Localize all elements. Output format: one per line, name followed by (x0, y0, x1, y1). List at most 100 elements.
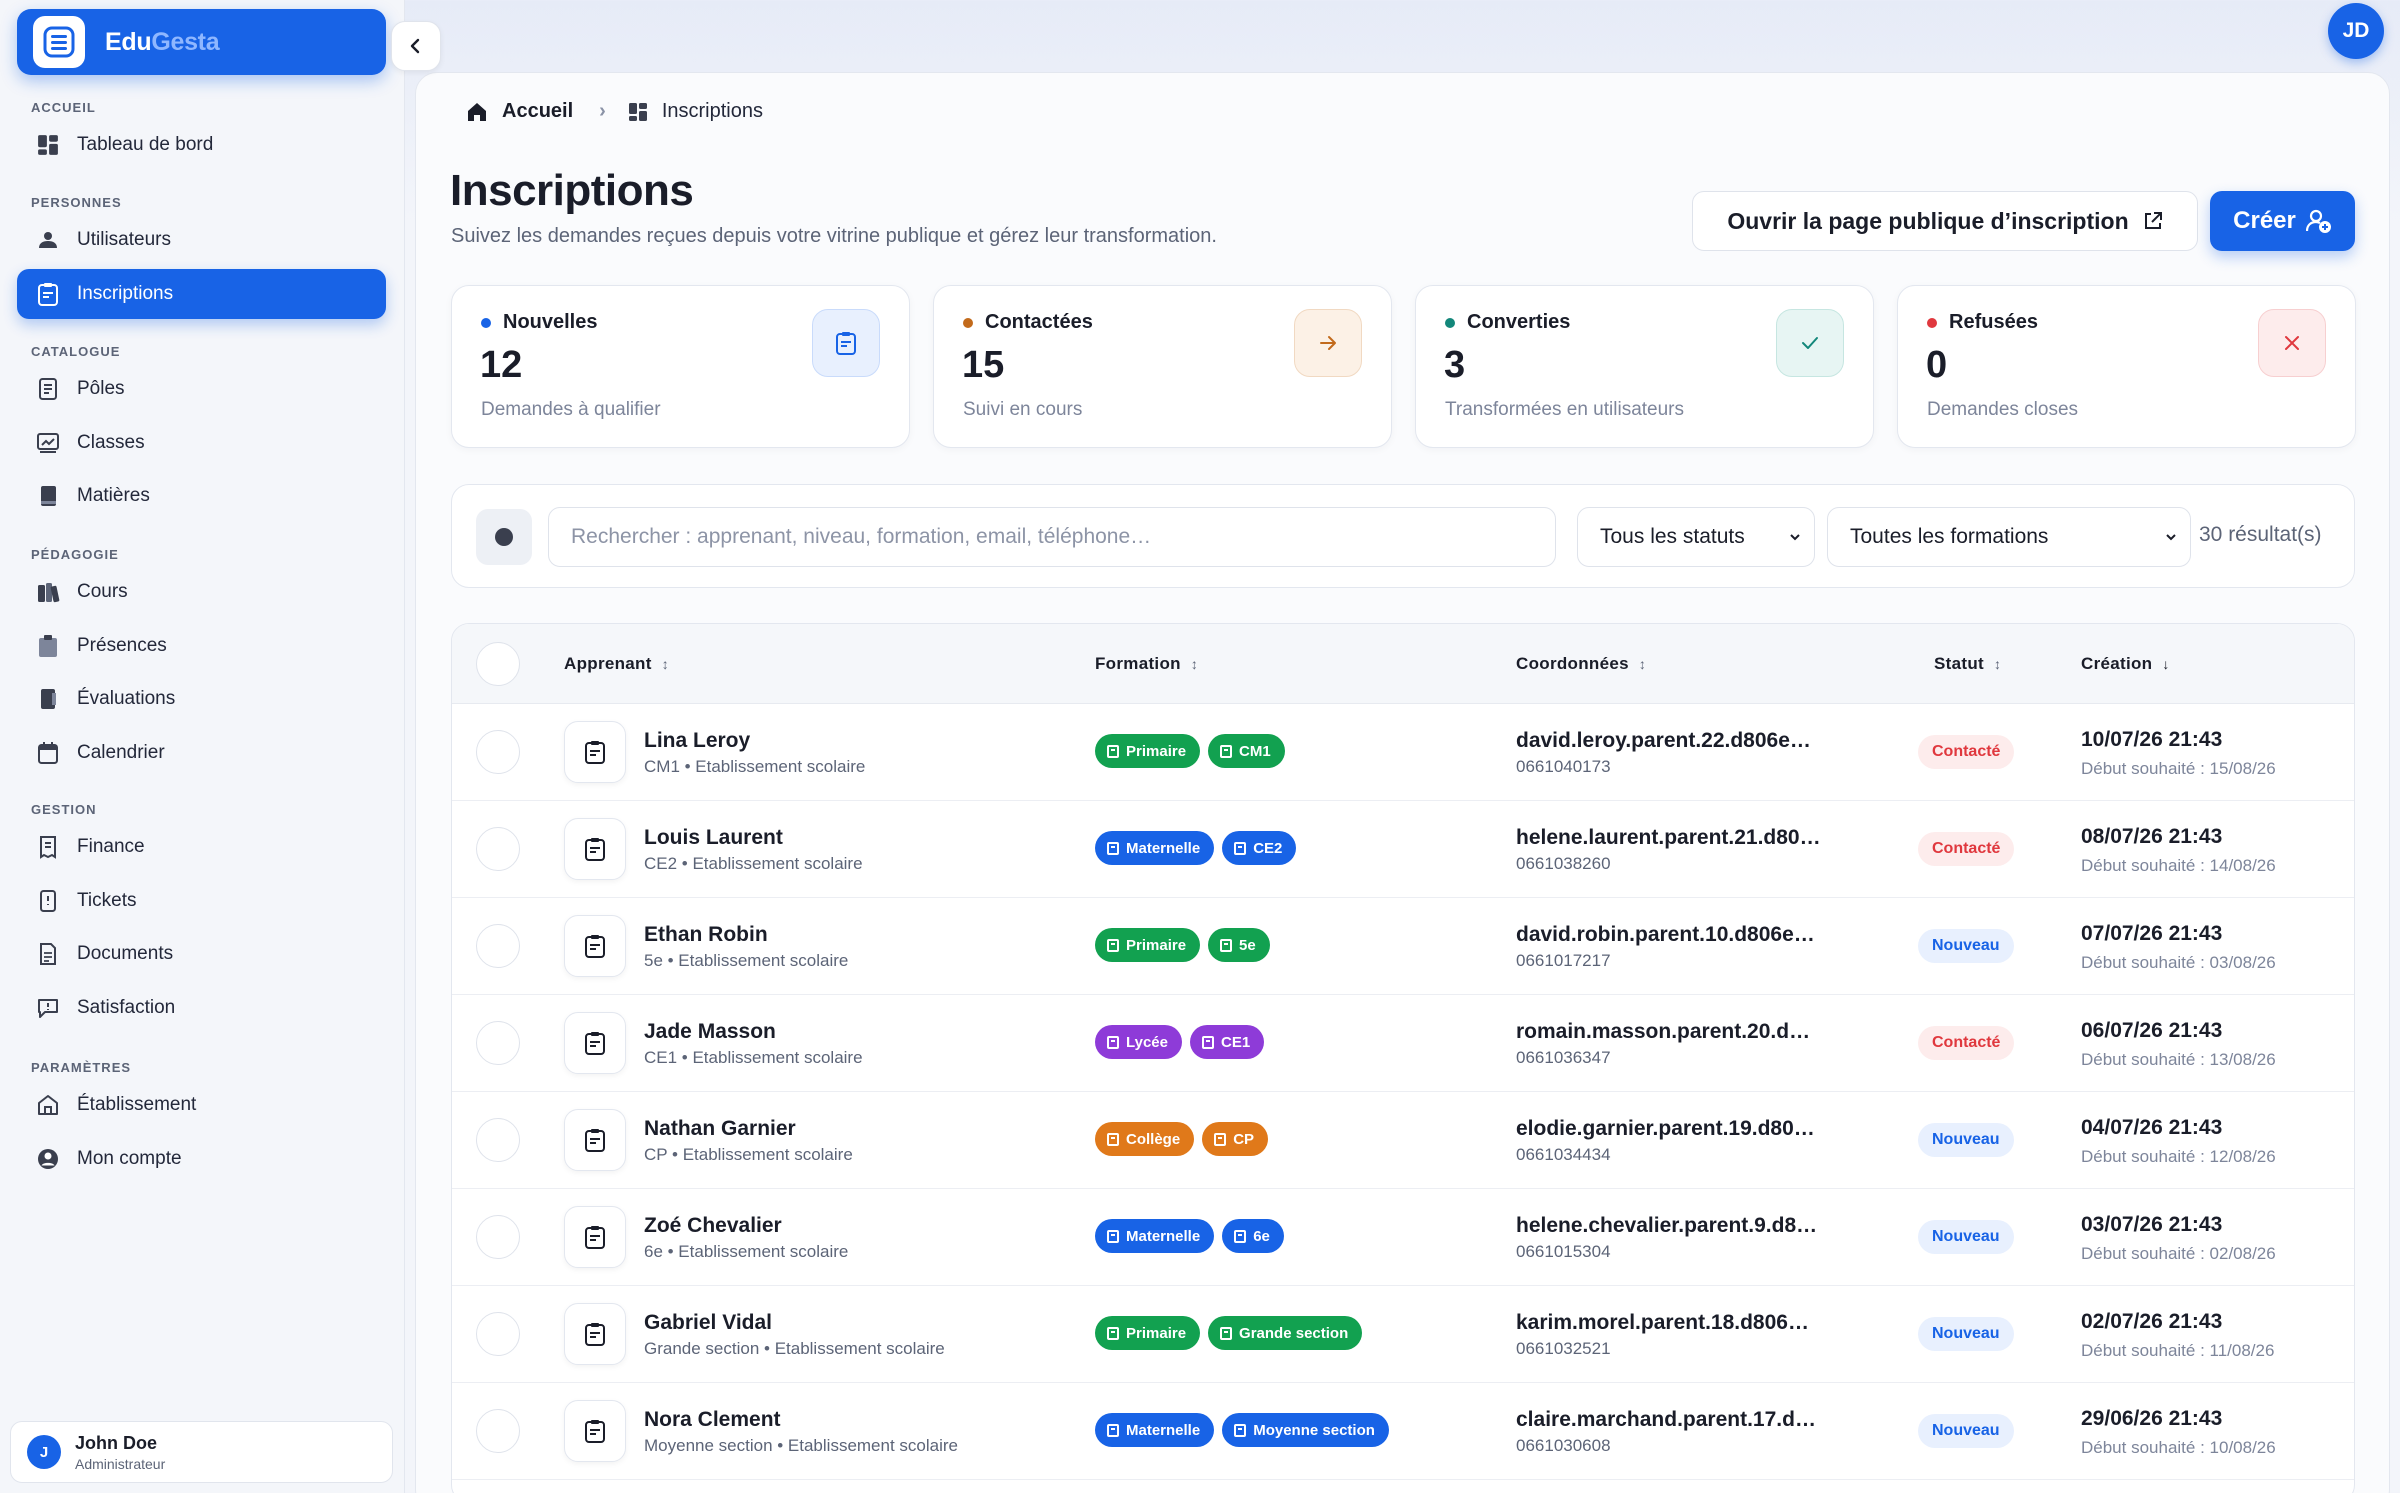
formation-tag: 6e (1222, 1219, 1284, 1253)
brand-logo-button[interactable]: EduGesta (17, 9, 386, 75)
formation-tags: Lycée CE1 (1095, 1025, 1265, 1059)
table-row[interactable]: Nora Clement Moyenne section • Etablissem… (452, 1383, 2354, 1480)
sidebar-item-presences[interactable]: Présences (17, 621, 386, 671)
select-all-checkbox[interactable] (476, 642, 520, 686)
status-badge: Contacté (1918, 735, 2015, 769)
formation-select[interactable]: Toutes les formations (1827, 507, 2191, 567)
row-checkbox[interactable] (476, 1312, 520, 1356)
header-apprenant[interactable]: Apprenant ↕ (564, 654, 669, 674)
row-checkbox[interactable] (476, 1215, 520, 1259)
desired-start: Début souhaité : 14/08/26 (2081, 856, 2276, 875)
sidebar-item-poles[interactable]: Pôles (17, 364, 386, 414)
dot-icon (495, 528, 513, 546)
learner-name[interactable]: Louis Laurent (644, 826, 783, 850)
top-user-avatar[interactable]: JD (2328, 3, 2384, 59)
sidebar-item-cours[interactable]: Cours (17, 567, 386, 617)
brand-name: EduGesta (105, 27, 220, 56)
row-checkbox[interactable] (476, 1118, 520, 1162)
nav-section-0: ACCUEIL (31, 100, 96, 115)
notebook-icon (35, 686, 61, 712)
avatar: J (27, 1435, 61, 1469)
learner-name[interactable]: Zoé Chevalier (644, 1214, 782, 1238)
table-row[interactable]: Nathan Garnier CP • Etablissement scolair… (452, 1092, 2354, 1189)
clipboard-icon (564, 1400, 626, 1462)
sidebar-item-inscriptions[interactable]: Inscriptions (17, 268, 386, 319)
tag-icon (1107, 1423, 1119, 1437)
chevron-right-icon: › (599, 100, 606, 122)
learner-name[interactable]: Ethan Robin (644, 923, 768, 947)
learner-name[interactable]: Gabriel Vidal (644, 1311, 772, 1335)
sidebar-item-tickets[interactable]: Tickets (17, 876, 386, 926)
learner-name[interactable]: Nathan Garnier (644, 1117, 796, 1141)
user-card[interactable]: J John Doe Administrateur (10, 1421, 393, 1483)
contact-email: elodie.garnier.parent.19.d80… (1516, 1117, 1815, 1140)
formation-tags: Maternelle Moyenne section (1095, 1413, 1389, 1447)
table-row[interactable]: Jade Masson CE1 • Etablissement scolaire L… (452, 995, 2354, 1092)
open-public-page-button[interactable]: Ouvrir la page publique d’inscription (1692, 191, 2198, 251)
sidebar-item-utilisateurs[interactable]: Utilisateurs (17, 215, 386, 265)
row-checkbox[interactable] (476, 730, 520, 774)
sidebar-item-classes[interactable]: Classes (17, 418, 386, 468)
collapse-sidebar-button[interactable] (391, 21, 441, 71)
sidebar-item-satisfaction[interactable]: Satisfaction (17, 983, 386, 1033)
clipboard-icon (564, 1012, 626, 1074)
sidebar-item-documents[interactable]: Documents (17, 929, 386, 979)
status-select[interactable]: Tous les statuts (1577, 507, 1815, 567)
create-button[interactable]: Créer (2210, 191, 2355, 251)
learner-level: CP • Etablissement scolaire (644, 1145, 853, 1164)
sidebar-item-label: Évaluations (77, 688, 176, 709)
sidebar-item-calendrier[interactable]: Calendrier (17, 728, 386, 778)
header-statut[interactable]: Statut ↕ (1934, 654, 2001, 674)
sidebar-item-matieres[interactable]: Matières (17, 471, 386, 521)
home-icon (468, 102, 486, 121)
row-checkbox[interactable] (476, 924, 520, 968)
header-creation[interactable]: Création ↓ (2081, 654, 2170, 674)
table-row[interactable]: Louis Laurent CE2 • Etablissement scolair… (452, 801, 2354, 898)
creation-date: 03/07/26 21:43 (2081, 1213, 2223, 1236)
header-formation[interactable]: Formation ↕ (1095, 654, 1198, 674)
clipboard-icon (564, 915, 626, 977)
row-checkbox[interactable] (476, 1021, 520, 1065)
formation-tags: Maternelle 6e (1095, 1219, 1284, 1253)
sidebar-item-tableau-de-bord[interactable]: Tableau de bord (17, 120, 386, 170)
open-public-page-label: Ouvrir la page publique d’inscription (1727, 207, 2129, 234)
sidebar-item-mon-compte[interactable]: Mon compte (17, 1134, 386, 1184)
table-row[interactable]: Zoé Chevalier 6e • Etablissement scolaire… (452, 1189, 2354, 1286)
dashboard-icon (628, 102, 647, 121)
filter-toggle-button[interactable] (476, 509, 532, 565)
learner-level: 5e • Etablissement scolaire (644, 951, 849, 970)
learner-level: CE2 • Etablissement scolaire (644, 854, 863, 873)
learner-name[interactable]: Lina Leroy (644, 729, 750, 753)
stat-card-2[interactable]: Converties 3 Transformées en utilisateurs (1415, 285, 1874, 448)
sidebar-item-label: Finance (77, 836, 145, 857)
row-checkbox[interactable] (476, 827, 520, 871)
inscriptions-table: Apprenant ↕ Formation ↕ Coordonnées ↕ Statu… (451, 623, 2355, 1493)
table-row[interactable]: Ethan Robin 5e • Etablissement scolaire Pr… (452, 898, 2354, 995)
stat-card-3[interactable]: Refusées 0 Demandes closes (1897, 285, 2356, 448)
table-row[interactable]: Gabriel Vidal Grande section • Etablissem… (452, 1286, 2354, 1383)
search-input[interactable] (548, 507, 1556, 567)
table-row[interactable]: Lina Leroy CM1 • Etablissement scolaire Pr… (452, 704, 2354, 801)
chevron-down-icon (1790, 534, 1800, 541)
classroom-icon (35, 430, 61, 456)
stat-desc: Transformées en utilisateurs (1445, 399, 1685, 420)
breadcrumb-home[interactable]: Accueil (502, 100, 573, 123)
stat-card-0[interactable]: Nouvelles 12 Demandes à qualifier (451, 285, 910, 448)
learner-name[interactable]: Jade Masson (644, 1020, 776, 1044)
check-icon (1776, 309, 1844, 377)
desired-start: Début souhaité : 15/08/26 (2081, 759, 2276, 778)
contact-email: romain.masson.parent.20.d… (1516, 1020, 1811, 1043)
sidebar-item-label: Inscriptions (77, 282, 174, 304)
learner-name[interactable]: Nora Clement (644, 1408, 781, 1432)
header-coordonnees[interactable]: Coordonnées ↕ (1516, 654, 1646, 674)
sidebar-item-finance[interactable]: Finance (17, 822, 386, 872)
formation-tag: Primaire (1095, 1316, 1201, 1350)
stat-desc: Demandes closes (1927, 399, 2079, 420)
row-checkbox[interactable] (476, 1409, 520, 1453)
sidebar-item-evaluations[interactable]: Évaluations (17, 674, 386, 724)
stat-card-1[interactable]: Contactées 15 Suivi en cours (933, 285, 1392, 448)
sort-icon: ↕ (1638, 656, 1647, 672)
formation-tag: Primaire (1095, 734, 1201, 768)
formation-tag: Maternelle (1095, 831, 1215, 865)
sidebar-item-etablissement[interactable]: Établissement (17, 1080, 386, 1130)
